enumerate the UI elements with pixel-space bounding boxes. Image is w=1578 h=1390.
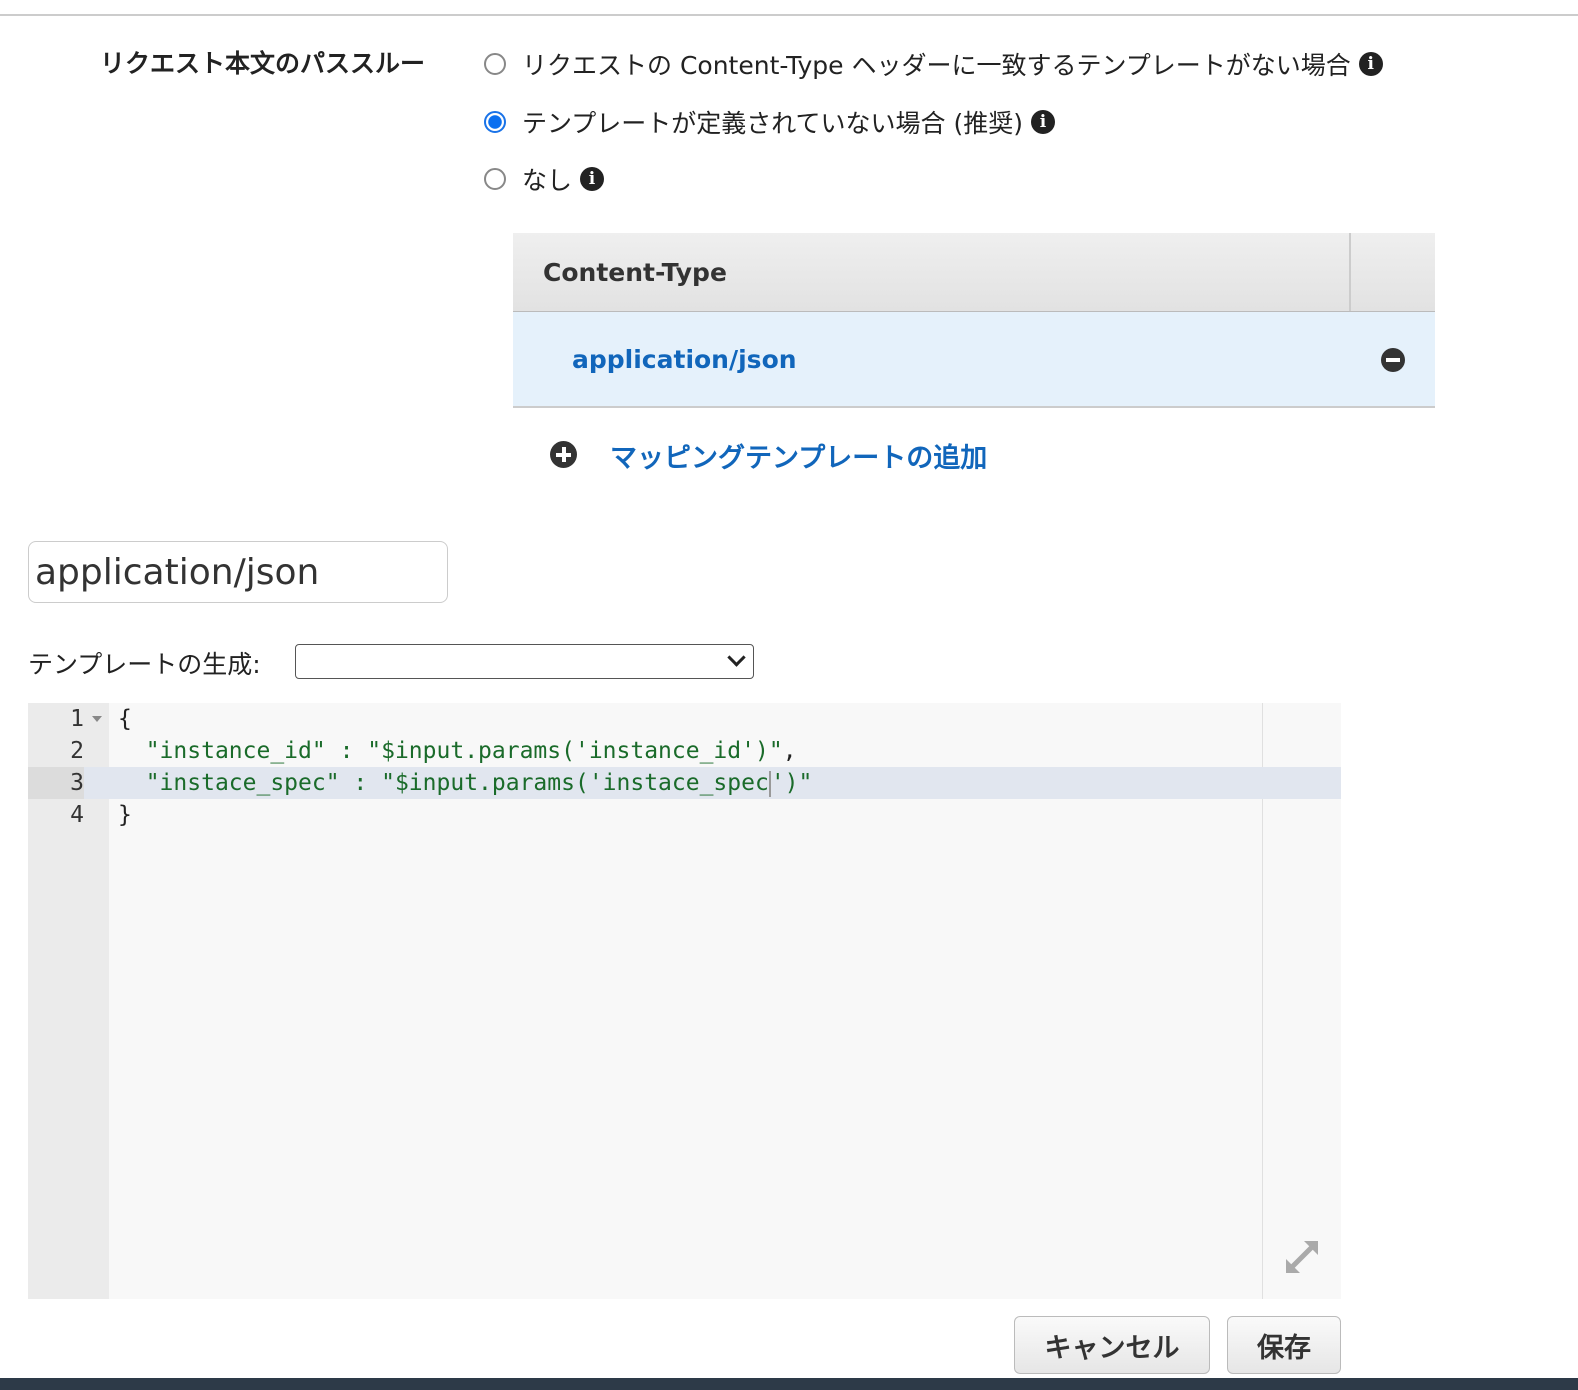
radio-option-never[interactable]: なし i	[484, 161, 605, 197]
radio-label: テンプレートが定義されていない場合 (推奨)	[522, 109, 1023, 138]
content-type-table: Content-Type application/json	[513, 233, 1435, 408]
radio-button[interactable]	[484, 53, 506, 75]
radio-option-when-no-templates[interactable]: テンプレートが定義されていない場合 (推奨) i	[484, 104, 1055, 140]
code-line[interactable]: 2 "instance_id" : "$input.params('instan…	[28, 735, 1341, 767]
cancel-button[interactable]: キャンセル	[1014, 1316, 1210, 1374]
code-text: }	[118, 802, 132, 828]
line-number: 3	[28, 767, 84, 799]
table-row[interactable]: application/json	[513, 312, 1435, 408]
code-text: {	[118, 706, 132, 732]
code-editor[interactable]: 1{ 2 "instance_id" : "$input.params('ins…	[28, 703, 1341, 1299]
table-header: Content-Type	[513, 233, 1435, 312]
top-divider	[0, 14, 1578, 16]
code-text: "instance_id" : "$input.params('instance…	[145, 738, 797, 764]
radio-label: なし	[522, 166, 573, 195]
column-header-content-type: Content-Type	[543, 257, 727, 287]
radio-label: リクエストの Content-Type ヘッダーに一致するテンプレートがない場合	[522, 51, 1351, 80]
info-icon[interactable]: i	[580, 167, 605, 191]
remove-icon[interactable]	[1381, 348, 1405, 372]
save-button[interactable]: 保存	[1227, 1316, 1341, 1374]
radio-button-selected[interactable]	[484, 111, 506, 133]
generate-template-select[interactable]	[295, 644, 754, 679]
info-icon[interactable]: i	[1358, 52, 1383, 76]
content-type-input[interactable]	[28, 541, 448, 603]
line-number: 2	[70, 738, 84, 764]
fold-arrow-icon[interactable]	[92, 716, 102, 722]
line-number: 1	[70, 706, 84, 732]
radio-option-no-match[interactable]: リクエストの Content-Type ヘッダーに一致するテンプレートがない場合…	[484, 46, 1383, 82]
content-type-link[interactable]: application/json	[572, 345, 797, 374]
passthrough-label: リクエスト本文のパススルー	[100, 49, 426, 78]
code-line[interactable]: 4}	[28, 799, 1341, 831]
column-divider	[1349, 233, 1351, 311]
generate-template-label: テンプレートの生成:	[28, 650, 261, 679]
radio-button[interactable]	[484, 168, 506, 190]
code-text: "instace_spec" : "$input.params('instace…	[145, 770, 813, 797]
code-line-active[interactable]: 3 "instace_spec" : "$input.params('insta…	[28, 767, 1341, 799]
info-icon[interactable]: i	[1030, 110, 1055, 134]
expand-icon[interactable]	[1282, 1237, 1322, 1277]
add-mapping-template-link[interactable]: マッピングテンプレートの追加	[610, 436, 987, 475]
bottom-bar	[0, 1378, 1578, 1390]
line-number: 4	[70, 802, 84, 828]
code-line[interactable]: 1{	[28, 703, 1341, 735]
chevron-down-icon	[727, 648, 746, 667]
add-icon[interactable]	[550, 441, 577, 468]
